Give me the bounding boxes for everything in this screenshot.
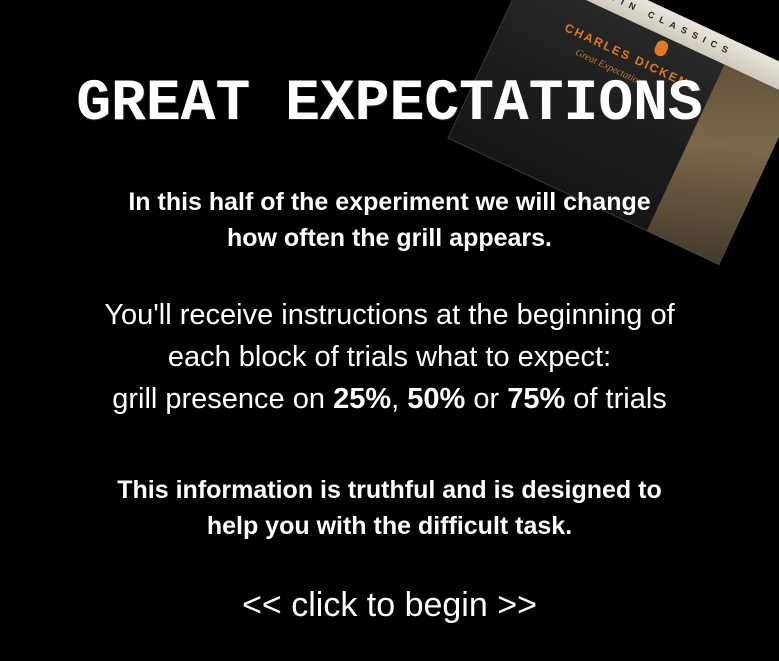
instructions-line-2: each block of trials what to expect: bbox=[167, 341, 612, 373]
intro-line-2: how often the grill appears. bbox=[226, 224, 553, 252]
truthful-note-line-1: This information is truthful and is desi… bbox=[117, 476, 662, 504]
instructions-line-3-prefix: grill presence on bbox=[112, 383, 334, 415]
instructions-line-3-suffix: of trials bbox=[565, 383, 667, 415]
intro-line-1: In this half of the experiment we will c… bbox=[128, 188, 651, 216]
instructions-text: You'll receive instructions at the begin… bbox=[0, 294, 779, 420]
separator-comma: , bbox=[391, 383, 408, 415]
percentage-25: 25% bbox=[333, 383, 392, 415]
instructions-line-1: You'll receive instructions at the begin… bbox=[104, 299, 675, 331]
book-cover-band-text: PENGUIN CLASSICS bbox=[563, 0, 736, 58]
intro-text: In this half of the experiment we will c… bbox=[0, 184, 779, 256]
page-title: GREAT EXPECTATIONS bbox=[76, 72, 703, 137]
percentage-50: 50% bbox=[407, 383, 466, 415]
truthful-note-line-2: help you with the difficult task. bbox=[206, 512, 573, 540]
instructions-line-3: grill presence on 25%, 50% or 75% of tri… bbox=[0, 378, 779, 420]
separator-or: or bbox=[465, 383, 508, 415]
instruction-screen[interactable]: PENGUIN CLASSICS CHARLES DICKENS Great E… bbox=[0, 0, 779, 661]
penguin-logo-icon bbox=[652, 38, 671, 59]
percentage-75: 75% bbox=[507, 383, 566, 415]
click-to-begin-button[interactable]: << click to begin >> bbox=[0, 584, 779, 626]
truthful-note: This information is truthful and is desi… bbox=[0, 472, 779, 544]
